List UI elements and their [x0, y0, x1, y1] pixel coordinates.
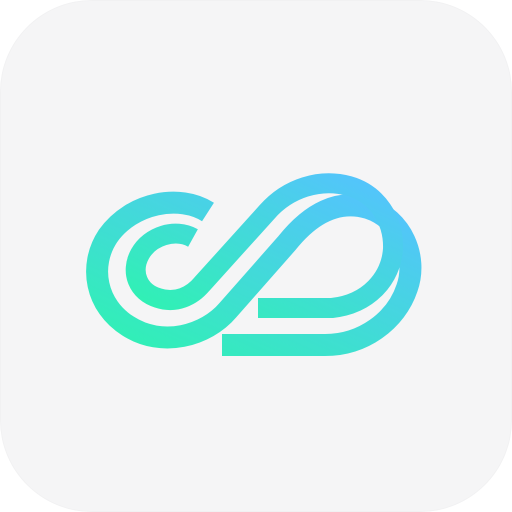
app-icon-canvas [0, 0, 512, 512]
cloud-infinity-logo-icon [86, 173, 422, 356]
app-icon-tile [0, 0, 512, 512]
